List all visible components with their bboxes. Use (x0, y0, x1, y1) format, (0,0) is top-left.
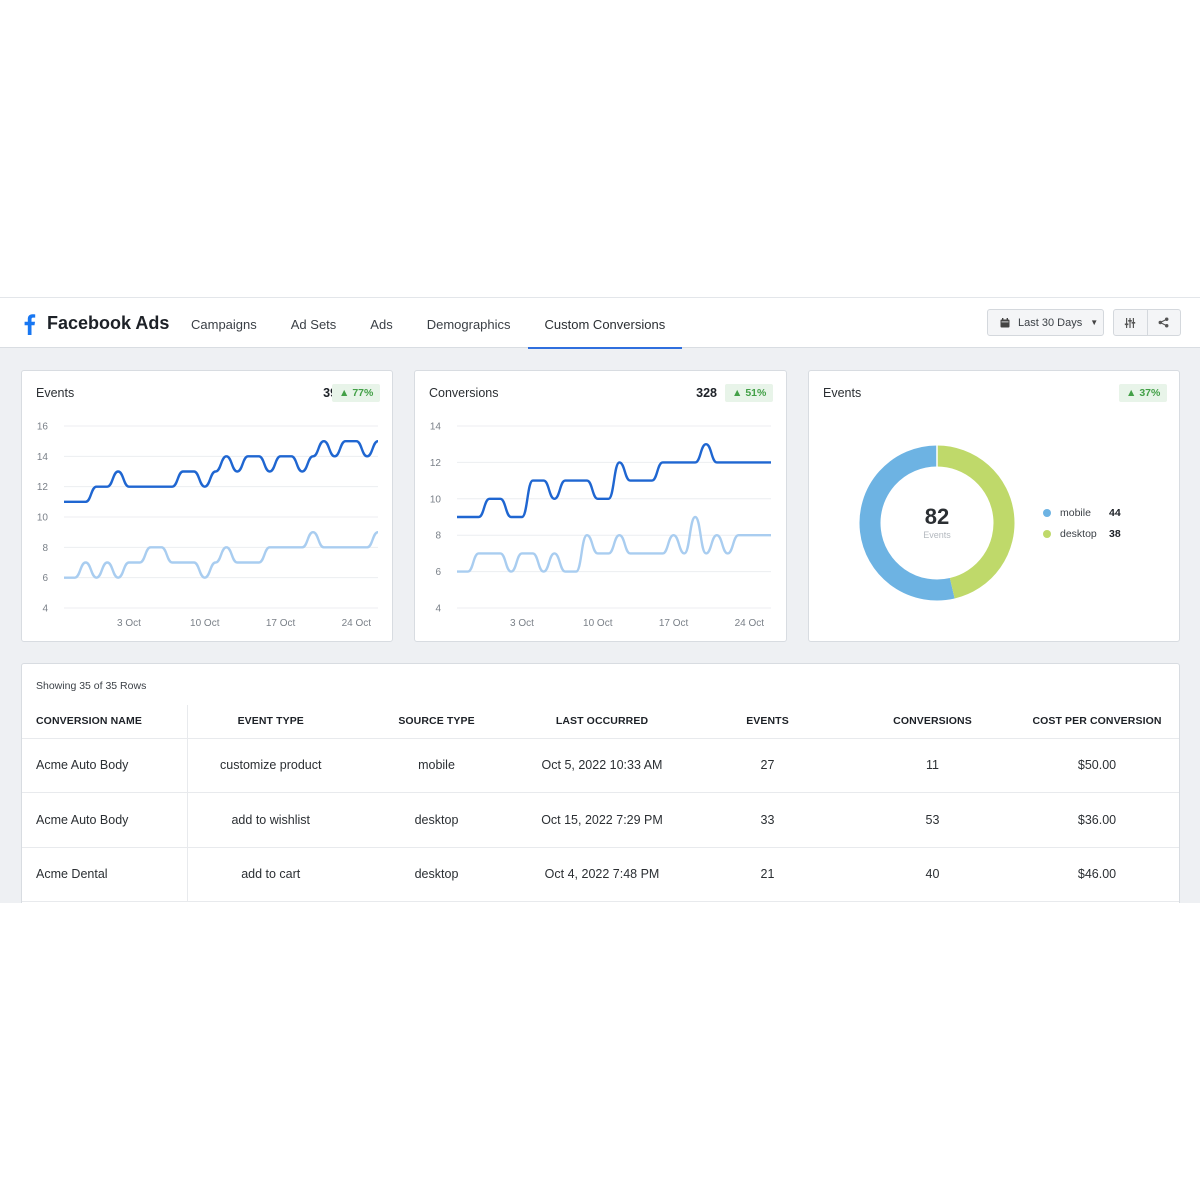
events-donut-chart (859, 445, 1015, 601)
table-row: Acme Auto Body add to wishlist desktop O… (22, 792, 1179, 848)
table-cell: $50.00 (1015, 738, 1179, 793)
legend-value: 38 (1109, 528, 1121, 540)
table-cell: Oct 15, 2022 7:29 PM (519, 792, 685, 848)
table-cell: Oct 4, 2022 7:48 PM (519, 847, 685, 902)
table-cell: desktop (354, 847, 519, 902)
table-cell: Acme Auto Body (22, 738, 188, 793)
y-tick-label: 12 (430, 458, 442, 469)
column-header[interactable]: CONVERSION NAME (22, 705, 188, 739)
column-header[interactable]: SOURCE TYPE (354, 705, 519, 739)
table-cell: customize product (187, 738, 354, 793)
column-header[interactable]: CONVERSIONS (850, 705, 1015, 739)
date-range-dropdown[interactable]: Last 30 Days ▼ (987, 309, 1104, 336)
toolbar-icon-group (1113, 309, 1181, 336)
x-tick-label: 10 Oct (583, 618, 613, 629)
table-cell: 53 (850, 792, 1015, 848)
table-cell: $46.00 (1015, 847, 1179, 902)
column-header[interactable]: COST PER CONVERSION (1015, 705, 1179, 739)
x-tick-label: 3 Oct (117, 618, 141, 629)
tab-custom-conversions[interactable]: Custom Conversions (527, 298, 683, 349)
y-tick-label: 4 (42, 604, 48, 615)
row-count-label: Showing 35 of 35 Rows (36, 680, 147, 692)
top-nav-bar: Facebook Ads Campaigns Ad Sets Ads Demog… (0, 297, 1200, 349)
column-header[interactable]: LAST OCCURRED (519, 705, 685, 739)
y-tick-label: 6 (42, 573, 48, 584)
y-tick-label: 10 (37, 513, 49, 524)
table-cell: 21 (685, 847, 850, 902)
share-icon (1158, 317, 1169, 328)
y-tick-label: 14 (37, 452, 49, 463)
column-header[interactable]: EVENTS (685, 705, 850, 739)
events-line-chart: 4 6 8 10 12 14 16 3 Oct 10 Oct 17 Oct 24 Oct (37, 422, 379, 629)
table-cell: add to cart (187, 847, 354, 902)
y-tick-label: 8 (42, 543, 48, 554)
table-cell: desktop (354, 792, 519, 848)
y-tick-label: 6 (435, 567, 441, 578)
table-cell: Acme Auto Body (22, 792, 188, 848)
tab-campaigns[interactable]: Campaigns (174, 298, 274, 349)
series-line-primary (457, 443, 771, 519)
filter-button[interactable] (1114, 310, 1147, 335)
series-line-primary (64, 439, 379, 504)
brand-title: Facebook Ads (47, 313, 170, 333)
table-cell: mobile (354, 738, 519, 793)
x-tick-label: 24 Oct (342, 618, 372, 629)
facebook-icon (24, 314, 36, 335)
tab-ad-sets[interactable]: Ad Sets (274, 298, 354, 349)
legend-value: 44 (1109, 507, 1121, 519)
table-cell: 40 (850, 847, 1015, 902)
date-range-label: Last 30 Days (1018, 316, 1083, 329)
table-row: Acme Auto Body customize product mobile … (22, 738, 1179, 793)
y-tick-label: 12 (37, 482, 49, 493)
y-tick-label: 16 (37, 422, 49, 433)
y-tick-label: 4 (435, 604, 441, 615)
table-cell: $36.00 (1015, 792, 1179, 848)
legend-dot (1043, 509, 1051, 517)
table-cell: Oct 5, 2022 10:33 AM (519, 738, 685, 793)
conversions-table-card: Showing 35 of 35 Rows CONVERSION NAME EV… (21, 663, 1180, 903)
events-chart-card: Events 392 ▲ 77% 468101214163 Oct10 Oct1… (21, 370, 393, 642)
table-header-row: CONVERSION NAME EVENT TYPE SOURCE TYPE L… (22, 705, 1179, 739)
conversions-line-chart: 4 6 8 10 12 14 3 Oct 10 Oct 17 Oct 24 Oct (430, 422, 771, 629)
table-row: Acme Dental add to cart desktop Oct 4, 2… (22, 847, 1179, 902)
x-tick-label: 24 Oct (735, 618, 765, 629)
x-tick-label: 17 Oct (266, 618, 296, 629)
column-header[interactable]: EVENT TYPE (187, 705, 354, 739)
tab-demographics[interactable]: Demographics (410, 298, 528, 349)
dashboard-frame: Facebook Ads Campaigns Ad Sets Ads Demog… (0, 297, 1200, 903)
series-line-secondary (63, 530, 379, 579)
y-tick-label: 14 (430, 422, 442, 433)
events-donut-card: Events ▲ 37% 82 Events mobile 44 desktop… (808, 370, 1180, 642)
legend-dot (1043, 530, 1051, 538)
table-cell: Acme Dental (22, 847, 188, 902)
donut-total-label: Events (923, 530, 951, 540)
donut-total: 82 (924, 504, 950, 529)
tab-ads[interactable]: Ads (353, 298, 409, 349)
conversions-table: CONVERSION NAME EVENT TYPE SOURCE TYPE L… (22, 705, 1179, 902)
legend-label: mobile (1060, 507, 1091, 519)
filter-sliders-icon (1125, 317, 1136, 328)
table-cell: 11 (850, 738, 1015, 793)
y-tick-label: 8 (435, 531, 441, 542)
series-line-secondary (457, 515, 771, 573)
tab-bar: Campaigns Ad Sets Ads Demographics Custo… (174, 298, 682, 349)
x-tick-label: 17 Oct (659, 618, 689, 629)
legend-item-desktop[interactable]: desktop 38 (1043, 528, 1121, 540)
calendar-icon (1000, 317, 1010, 327)
x-tick-label: 10 Oct (190, 618, 220, 629)
x-tick-label: 3 Oct (510, 618, 534, 629)
table-cell: 33 (685, 792, 850, 848)
table-cell: 27 (685, 738, 850, 793)
legend-item-mobile[interactable]: mobile 44 (1043, 507, 1121, 519)
legend-label: desktop (1060, 528, 1097, 540)
y-tick-label: 10 (430, 494, 442, 505)
share-button[interactable] (1146, 310, 1181, 335)
chevron-down-icon: ▼ (1090, 318, 1099, 327)
conversions-chart-card: Conversions 328 ▲ 51% 4 6 8 10 12 14 3 Oct 10 O… (414, 370, 787, 642)
table-cell: add to wishlist (187, 792, 354, 848)
